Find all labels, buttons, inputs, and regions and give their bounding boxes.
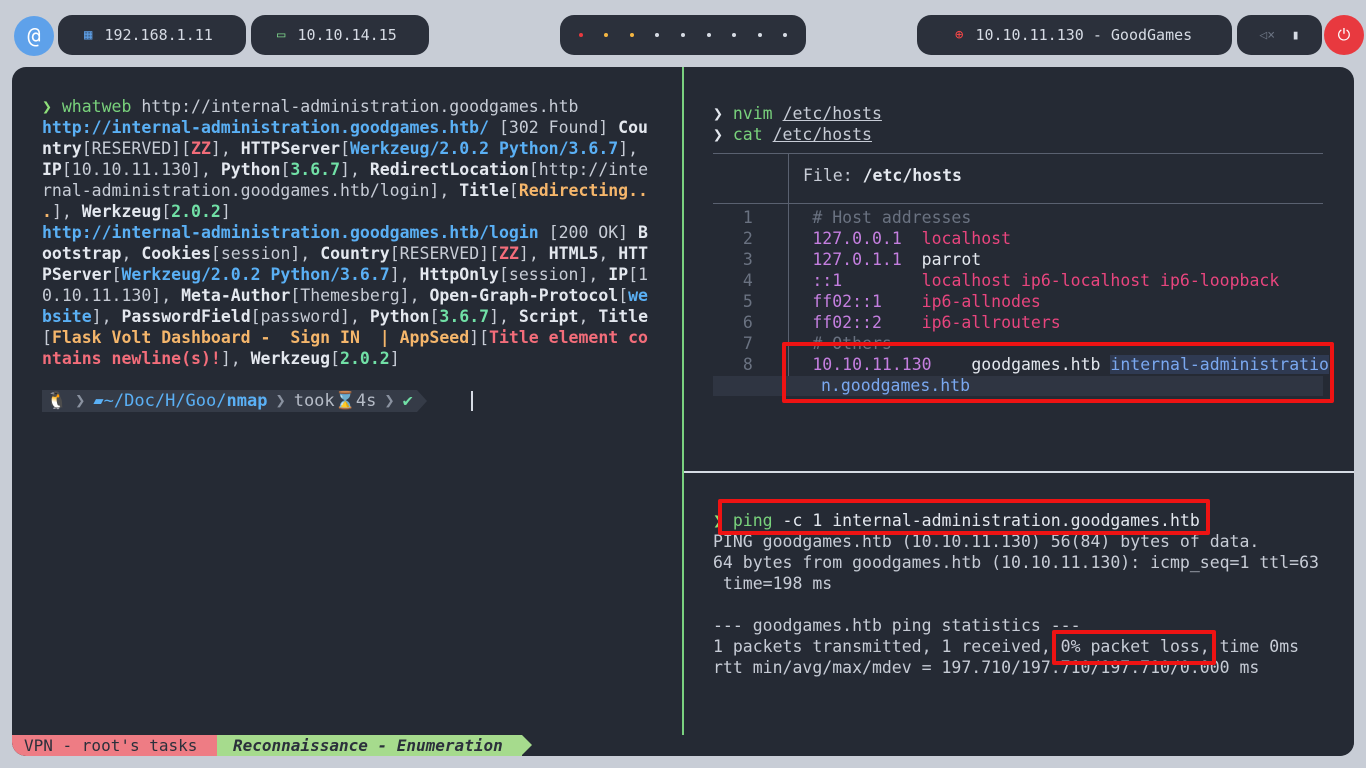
nvim-command-line: ❯ nvim /etc/hosts bbox=[713, 103, 882, 124]
hosts-row: 2 127.0.0.1 localhost bbox=[742, 229, 1012, 248]
prompt-arrow-icon: ❯ bbox=[42, 97, 62, 116]
tmux-status-bar: VPN - root's tasks Reconnaissance - Enum… bbox=[12, 735, 1354, 756]
whatweb-output-line: rnal-administration.goodgames.htb/login]… bbox=[42, 181, 648, 200]
status-check-icon: ✔ bbox=[398, 390, 417, 412]
folder-open-icon: ▰ bbox=[93, 391, 104, 411]
hosts-row: 1 # Host addresses bbox=[742, 208, 972, 227]
workspace-1[interactable] bbox=[578, 33, 583, 37]
annotation-box-packet-loss bbox=[1052, 630, 1216, 665]
command-name: cat bbox=[732, 125, 763, 144]
prompt-separator-icon: ❯ bbox=[380, 390, 399, 412]
bat-top-border bbox=[713, 153, 1323, 154]
workspace-8[interactable] bbox=[757, 33, 762, 37]
hourglass-icon: ⌛ bbox=[334, 391, 356, 411]
whatweb-output-line: IP[10.10.11.130], Python[3.6.7], Redirec… bbox=[42, 160, 649, 179]
terminal-window[interactable]: ❯ whatweb http://internal-administration… bbox=[12, 67, 1354, 756]
file-label: File: bbox=[803, 166, 863, 185]
whatweb-output-line: bsite], PasswordField[password], Python[… bbox=[42, 307, 649, 326]
whatweb-output-line: .], Werkzeug[2.0.2] bbox=[42, 202, 231, 221]
command-arg: http://internal-administration.goodgames… bbox=[131, 97, 579, 116]
debian-logo-icon[interactable]: @ bbox=[14, 16, 54, 56]
bat-file-header: File: /etc/hosts bbox=[803, 165, 962, 186]
command-name: nvim bbox=[732, 104, 773, 123]
vpn-ip-label: 10.10.14.15 bbox=[297, 26, 397, 44]
prompt-arrow-icon: ❯ bbox=[713, 125, 733, 144]
ping-output-line: time=198 ms bbox=[713, 574, 833, 593]
bat-header-border bbox=[713, 203, 1323, 204]
path-current: nmap bbox=[226, 391, 268, 411]
workspace-4[interactable] bbox=[655, 33, 660, 37]
pane-divider-horizontal[interactable] bbox=[684, 471, 1354, 473]
workspace-2[interactable] bbox=[604, 33, 609, 37]
power-lock-icon[interactable]: ⏻ bbox=[1324, 15, 1364, 55]
bat-gutter-border-top bbox=[788, 153, 789, 203]
ping-output-line: --- goodgames.htb ping statistics --- bbox=[713, 616, 1081, 635]
path-prefix: ~/Doc/H/Goo/ bbox=[103, 391, 227, 411]
prompt-arrow-icon: ❯ bbox=[713, 104, 733, 123]
prompt-separator-icon: ❯ bbox=[271, 390, 290, 412]
whatweb-output-line: PServer[Werkzeug/2.0.2 Python/3.6.7], Ht… bbox=[42, 265, 649, 284]
workspace-9[interactable] bbox=[783, 33, 788, 37]
workspace-3[interactable] bbox=[629, 33, 634, 37]
whatweb-output-line: ntains newline(s)!], Werkzeug[2.0.2] bbox=[42, 349, 400, 368]
whatweb-output-line: 0.10.11.130], Meta-Author[Themesberg], O… bbox=[42, 286, 648, 305]
local-ip-widget[interactable]: ▦ 192.168.1.11 bbox=[58, 15, 246, 55]
command-arg: /etc/hosts bbox=[782, 104, 882, 123]
took-label: took bbox=[293, 391, 335, 411]
whatweb-command-line: ❯ whatweb http://internal-administration… bbox=[42, 96, 578, 117]
workspace-7[interactable] bbox=[732, 33, 737, 37]
pane-divider-vertical[interactable] bbox=[682, 67, 684, 735]
prompt-end-arrow bbox=[416, 390, 427, 412]
workspace-6[interactable] bbox=[706, 33, 711, 37]
ping-output-line: 64 bytes from goodgames.htb (10.10.11.13… bbox=[713, 553, 1319, 572]
target-widget[interactable]: ⊕ 10.10.11.130 - GoodGames bbox=[917, 15, 1232, 55]
system-tray[interactable]: ◁× ▮ bbox=[1237, 15, 1322, 55]
active-window-tab[interactable]: Reconnaissance - Enumeration bbox=[217, 735, 532, 756]
whatweb-output-line: [Flask Volt Dashboard - Sign IN | AppSee… bbox=[42, 328, 648, 347]
whatweb-output-line: http://internal-administration.goodgames… bbox=[42, 118, 648, 137]
hosts-row: 4 ::1 localhost ip6-localhost ip6-loopba… bbox=[742, 271, 1280, 290]
prompt-separator-icon: ❯ bbox=[71, 390, 90, 412]
workspace-5[interactable] bbox=[680, 33, 685, 37]
hosts-row: 5 ff02::1 ip6-allnodes bbox=[742, 292, 1041, 311]
session-label[interactable]: VPN - root's tasks bbox=[12, 735, 217, 756]
laptop-icon: ▭ bbox=[277, 27, 286, 43]
vpn-ip-widget[interactable]: ▭ 10.10.14.15 bbox=[251, 15, 429, 55]
hosts-row: 6 ff02::2 ip6-allrouters bbox=[742, 313, 1061, 332]
target-icon: ⊕ bbox=[955, 27, 964, 43]
workspace-switcher[interactable] bbox=[560, 15, 806, 55]
command-arg: /etc/hosts bbox=[772, 125, 872, 144]
text-cursor bbox=[471, 391, 473, 411]
file-name: /etc/hosts bbox=[862, 166, 962, 185]
target-label: 10.10.11.130 - GoodGames bbox=[975, 26, 1193, 44]
whatweb-output-line: ntry[RESERVED][ZZ], HTTPServer[Werkzeug/… bbox=[42, 139, 639, 158]
linux-tux-icon: 🐧 bbox=[42, 390, 72, 412]
volume-muted-icon[interactable]: ◁× bbox=[1259, 28, 1275, 43]
annotation-box-hosts-entry bbox=[782, 342, 1334, 403]
hosts-row: 3 127.0.1.1 parrot bbox=[742, 250, 982, 269]
duration-label: 4s bbox=[355, 391, 377, 411]
whatweb-output-line: http://internal-administration.goodgames… bbox=[42, 223, 648, 242]
path-segment: ▰ ~/Doc/H/Goo/nmap bbox=[89, 390, 272, 412]
took-segment: took ⌛ 4s bbox=[289, 390, 381, 412]
battery-icon[interactable]: ▮ bbox=[1292, 28, 1300, 43]
local-ip-label: 192.168.1.11 bbox=[104, 26, 213, 44]
cat-command-line: ❯ cat /etc/hosts bbox=[713, 124, 872, 145]
annotation-box-ping-command bbox=[718, 499, 1210, 535]
command-name: whatweb bbox=[61, 97, 132, 116]
shell-prompt: 🐧 ❯ ▰ ~/Doc/H/Goo/nmap ❯ took ⌛ 4s ❯ ✔ bbox=[42, 389, 427, 413]
whatweb-output-line: ootstrap, Cookies[session], Country[RESE… bbox=[42, 244, 649, 263]
network-icon: ▦ bbox=[84, 27, 93, 43]
